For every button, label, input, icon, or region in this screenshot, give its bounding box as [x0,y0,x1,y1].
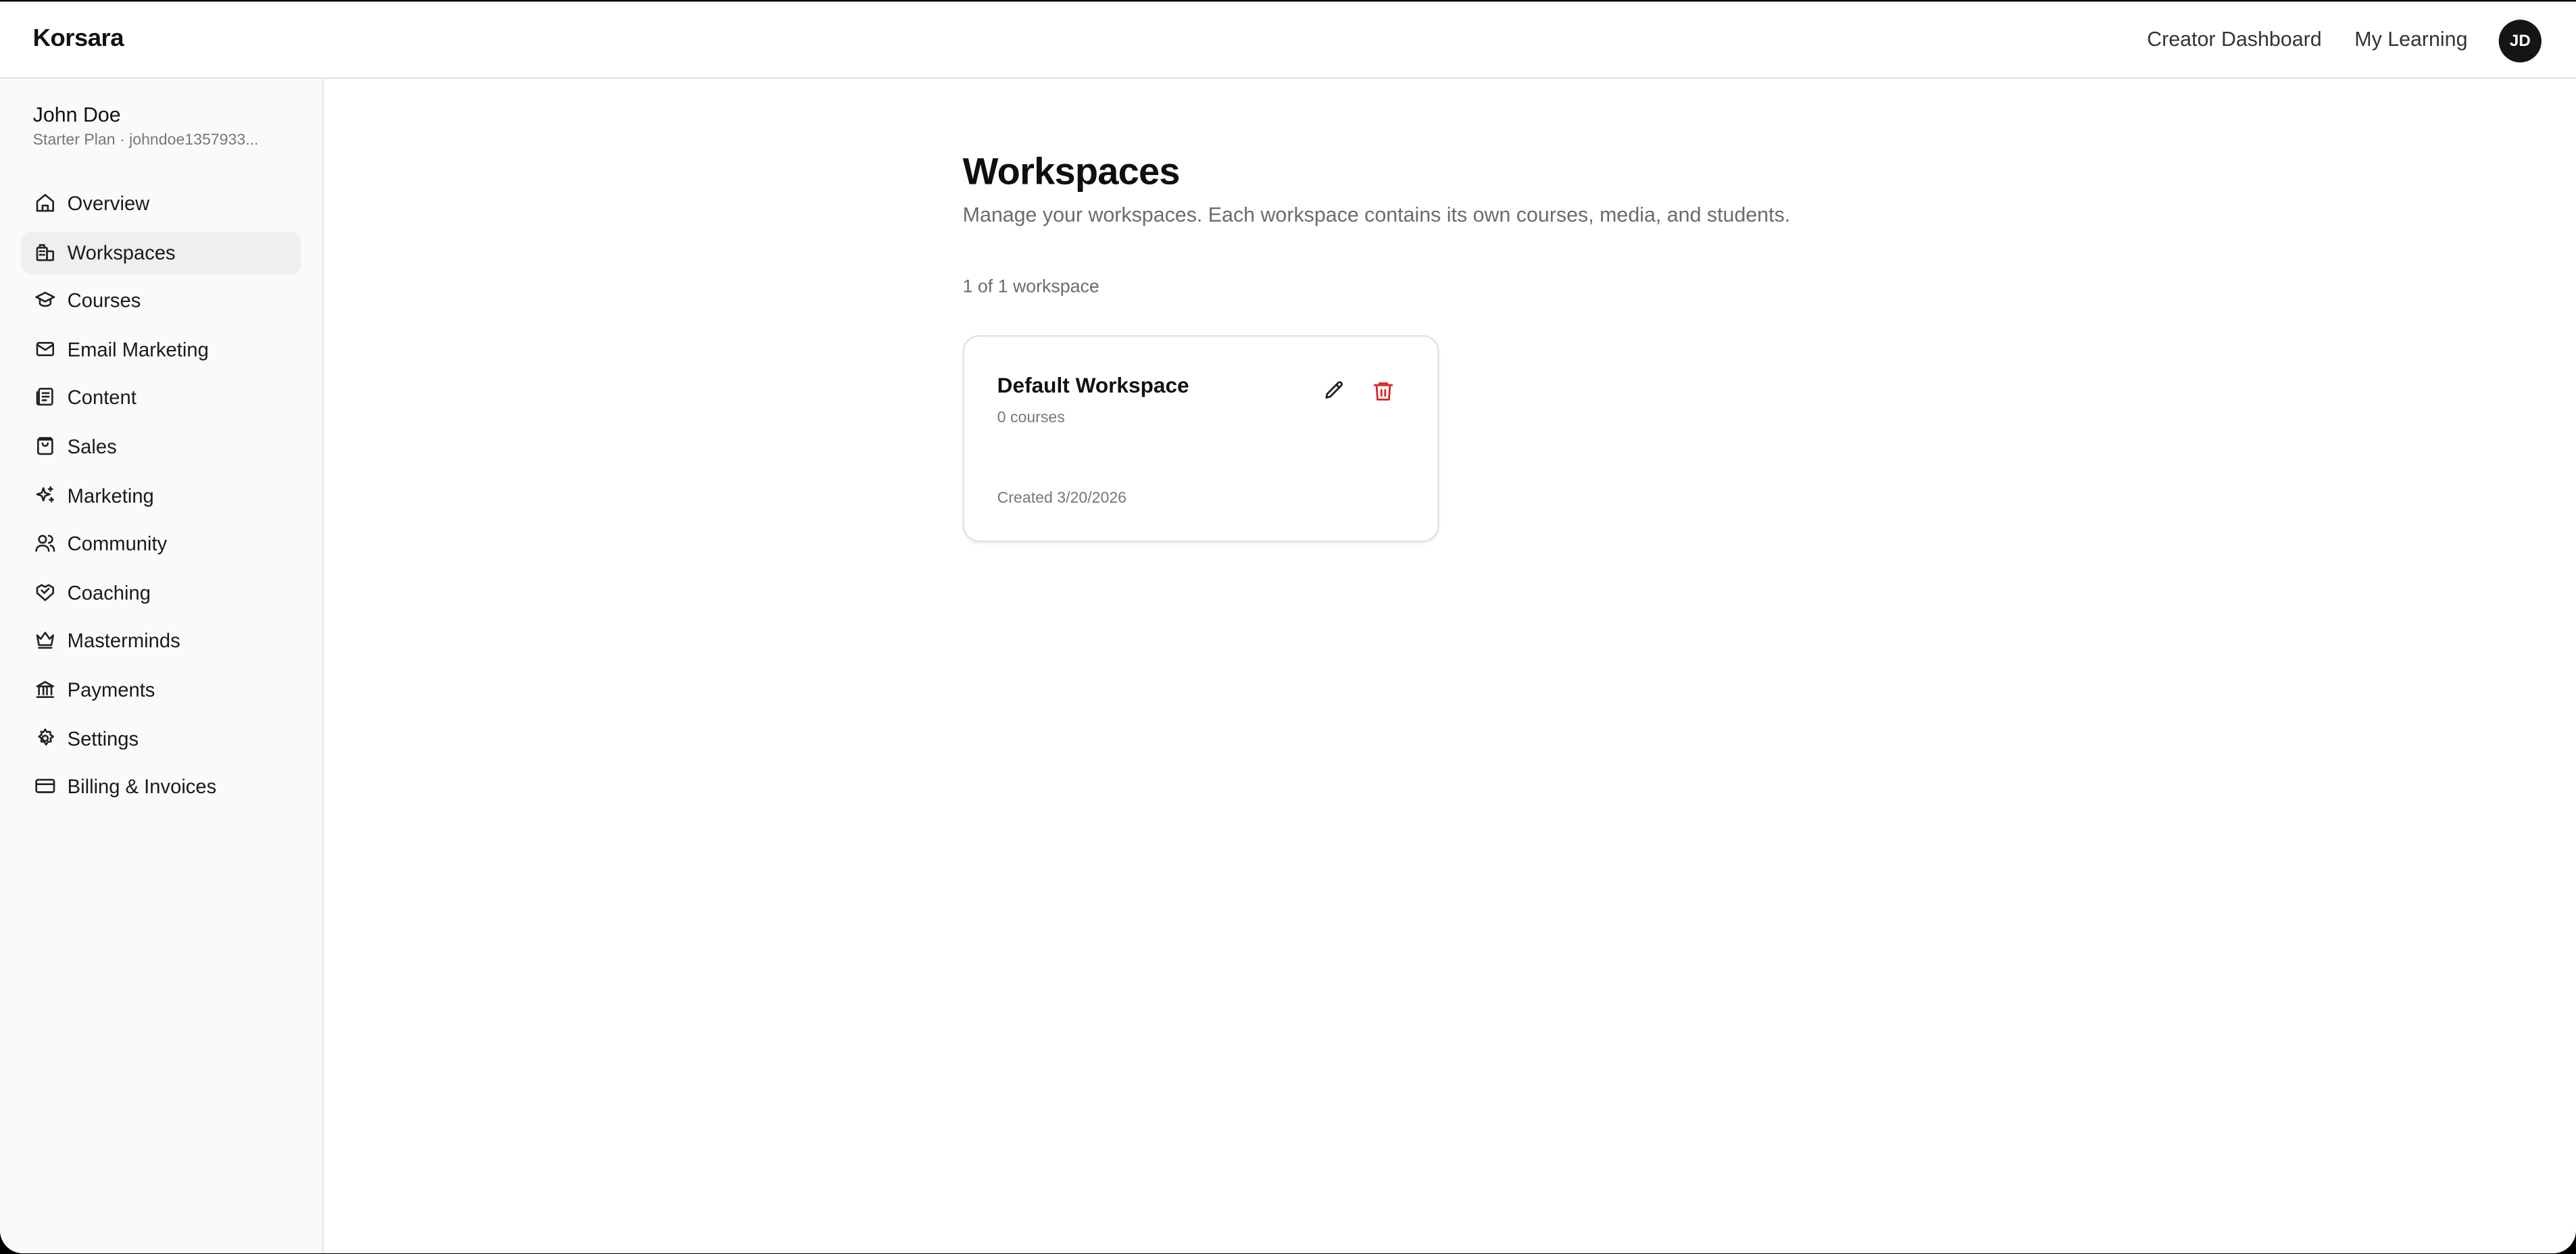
sidebar-item-content[interactable]: Content [22,377,301,420]
workspace-card[interactable]: Default Workspace 0 courses Created 3/20… [962,334,1439,543]
edit-workspace-button[interactable] [1319,376,1349,406]
sidebar-item-label: Sales [67,435,117,459]
sidebar-item-workspaces[interactable]: Workspaces [21,230,301,274]
sidebar-nav: Overview Workspaces Courses Email Market… [21,182,301,814]
sidebar-item-label: Settings [67,726,139,750]
sidebar-item-courses[interactable]: Courses [22,280,301,322]
sidebar-item-label: Masterminds [67,629,180,653]
sidebar-item-masterminds[interactable]: Masterminds [22,620,301,662]
sidebar-item-label: Community [67,532,168,556]
sidebar-item-payments[interactable]: Payments [22,668,301,711]
sidebar-item-community[interactable]: Community [22,522,301,565]
page-subtitle: Manage your workspaces. Each workspace c… [962,203,1791,227]
sidebar-item-sales[interactable]: Sales [22,426,301,468]
sidebar-item-billing-invoices[interactable]: Billing & Invoices [22,766,301,808]
main-content: Workspaces Manage your workspaces. Each … [325,80,2576,1253]
sidebar-item-label: Payments [67,678,155,701]
sidebar-item-label: Overview [67,192,150,216]
bank-icon [34,678,57,701]
workspace-name: Default Workspace [997,372,1189,398]
sparkles-icon [34,484,57,507]
user-name: John Doe [32,103,121,127]
sidebar-item-marketing[interactable]: Marketing [22,474,301,517]
creator-dashboard-link[interactable]: Creator Dashboard [2147,28,2321,51]
sidebar-item-label: Content [67,386,137,410]
handshake-icon [34,581,57,604]
shopping-bag-icon [34,435,57,458]
sidebar-item-label: Marketing [67,484,154,507]
sidebar-item-settings[interactable]: Settings [22,717,301,759]
workspace-course-count: 0 courses [997,409,1065,428]
sidebar: John Doe Starter Plan · johndoe1357933..… [0,78,324,1253]
app-window: Korsara Creator Dashboard My Learning JD… [0,1,2576,1253]
sidebar-item-label: Coaching [67,581,151,605]
graduation-cap-icon [34,289,57,312]
page-title: Workspaces [962,149,1181,193]
my-learning-link[interactable]: My Learning [2354,28,2467,51]
sidebar-item-label: Workspaces [67,241,176,264]
workspace-count: 1 of 1 workspace [962,277,1099,298]
building-icon [34,241,57,264]
user-plan: Starter Plan · johndoe1357933... [32,131,259,150]
credit-card-icon [34,776,57,799]
top-header: Korsara Creator Dashboard My Learning JD [0,1,2576,79]
workspace-created-date: Created 3/20/2026 [997,489,1127,508]
top-nav: Creator Dashboard My Learning [2147,28,2467,51]
crown-icon [34,630,57,653]
pencil-icon [1322,380,1345,403]
gear-icon [34,727,57,750]
home-icon [34,192,57,215]
sidebar-item-coaching[interactable]: Coaching [22,571,301,613]
users-icon [34,532,57,555]
sidebar-item-label: Courses [67,289,141,313]
newspaper-icon [34,386,57,409]
trash-icon [1372,380,1395,403]
sidebar-item-email-marketing[interactable]: Email Marketing [22,328,301,371]
avatar[interactable]: JD [2498,20,2542,63]
sidebar-item-label: Email Marketing [67,338,209,361]
delete-workspace-button[interactable] [1368,376,1398,406]
sidebar-item-overview[interactable]: Overview [22,182,301,225]
brand-logo[interactable]: Korsara [33,24,124,52]
sidebar-item-label: Billing & Invoices [67,775,217,799]
mail-icon [34,338,57,361]
